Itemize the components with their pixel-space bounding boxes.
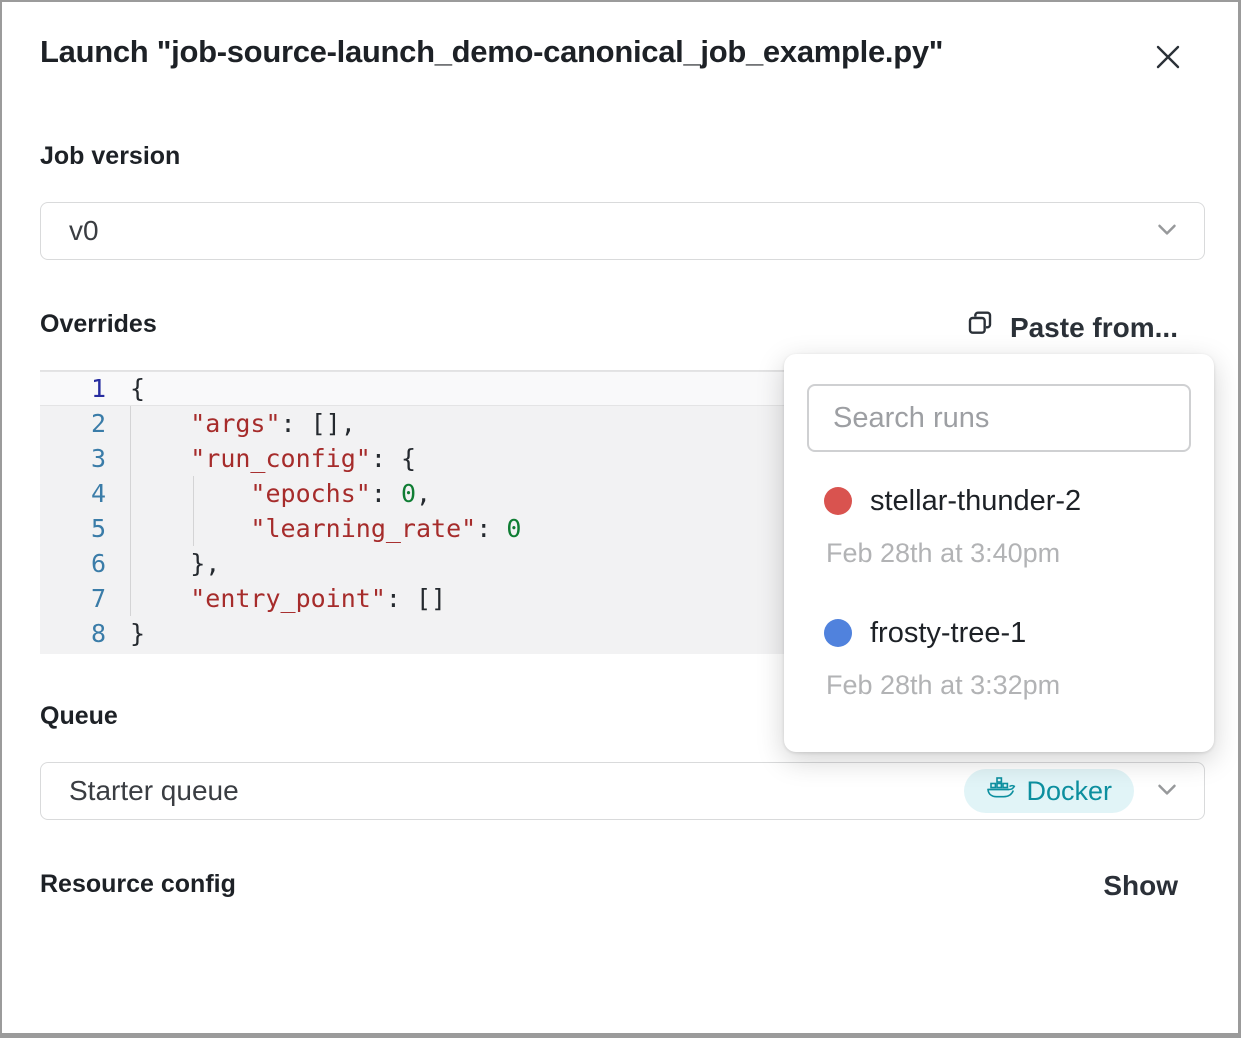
queue-select[interactable]: Starter queue Docker	[40, 762, 1205, 820]
line-number: 4	[40, 476, 130, 511]
queue-label: Queue	[40, 702, 118, 731]
run-list: stellar-thunder-2 Feb 28th at 3:40pm frost…	[824, 482, 1190, 704]
resource-config-show-button[interactable]: Show	[1103, 870, 1178, 902]
overrides-label: Overrides	[40, 310, 157, 339]
run-timestamp: Feb 28th at 3:40pm	[826, 538, 1190, 572]
run-list-item[interactable]: frosty-tree-1 Feb 28th at 3:32pm	[824, 614, 1190, 704]
run-list-item[interactable]: stellar-thunder-2 Feb 28th at 3:40pm	[824, 482, 1190, 572]
copy-icon	[964, 308, 996, 347]
paste-from-popup: stellar-thunder-2 Feb 28th at 3:40pm frost…	[784, 354, 1214, 752]
job-version-label: Job version	[40, 142, 180, 171]
line-number: 5	[40, 511, 130, 546]
line-number: 1	[40, 371, 130, 406]
run-timestamp: Feb 28th at 3:32pm	[826, 670, 1190, 704]
paste-from-button[interactable]: Paste from...	[964, 308, 1178, 347]
docker-whale-icon	[986, 775, 1016, 808]
line-number: 6	[40, 546, 130, 581]
launch-job-modal: Launch "job-source-launch_demo-canonical…	[0, 0, 1241, 1038]
docker-badge-label: Docker	[1026, 776, 1112, 807]
line-number: 8	[40, 616, 130, 651]
queue-value: Starter queue	[69, 775, 964, 807]
page-title: Launch "job-source-launch_demo-canonical…	[40, 34, 943, 70]
close-icon[interactable]	[1148, 38, 1188, 78]
chevron-down-icon	[1152, 774, 1182, 809]
chevron-down-icon	[1152, 214, 1182, 249]
paste-from-label: Paste from...	[1010, 312, 1178, 344]
resource-config-label: Resource config	[40, 870, 236, 899]
line-number: 7	[40, 581, 130, 616]
job-version-select[interactable]: v0	[40, 202, 1205, 260]
run-name: frosty-tree-1	[870, 617, 1026, 650]
indent-guide	[130, 406, 131, 616]
line-number: 3	[40, 441, 130, 476]
line-number: 2	[40, 406, 130, 441]
job-version-value: v0	[69, 215, 1152, 247]
run-color-dot	[824, 487, 852, 515]
docker-badge: Docker	[964, 769, 1134, 813]
indent-guide	[193, 476, 194, 546]
run-name: stellar-thunder-2	[870, 485, 1081, 518]
run-color-dot	[824, 619, 852, 647]
search-runs-input[interactable]	[807, 384, 1191, 452]
